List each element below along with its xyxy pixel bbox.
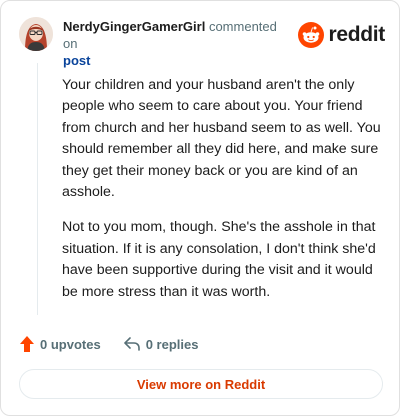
reddit-brand[interactable]: reddit [298,21,385,49]
thread-line [37,63,38,315]
view-more-button[interactable]: View more on Reddit [19,369,383,399]
comment-header: NerdyGingerGamerGirl commented on post r… [19,15,385,68]
comment-paragraph: Your children and your husband aren't th… [62,77,381,201]
upvote-count: 0 upvotes [40,336,101,352]
reply-arrow-icon [123,337,140,351]
reply-button[interactable]: 0 replies [123,336,199,352]
view-more-label: View more on Reddit [136,376,266,392]
comment-body: Your children and your husband aren't th… [62,75,384,317]
upvote-button[interactable]: 0 upvotes [19,335,101,353]
embedded-comment-card: NerdyGingerGamerGirl commented on post r… [0,0,400,416]
post-link[interactable]: post [63,52,293,69]
avatar-image-icon [19,17,53,51]
avatar[interactable] [19,17,53,51]
comment-meta: NerdyGingerGamerGirl commented on post [63,18,293,69]
reddit-snoo-icon [298,22,325,48]
brand-wordmark: reddit [328,23,385,46]
comment-paragraph: Not to you mom, though. She's the asshol… [62,219,376,300]
comment-actions: 0 upvotes 0 replies [19,333,198,355]
author-name[interactable]: NerdyGingerGamerGirl [63,19,205,34]
reply-count: 0 replies [145,336,199,352]
upvote-arrow-icon [20,336,34,352]
